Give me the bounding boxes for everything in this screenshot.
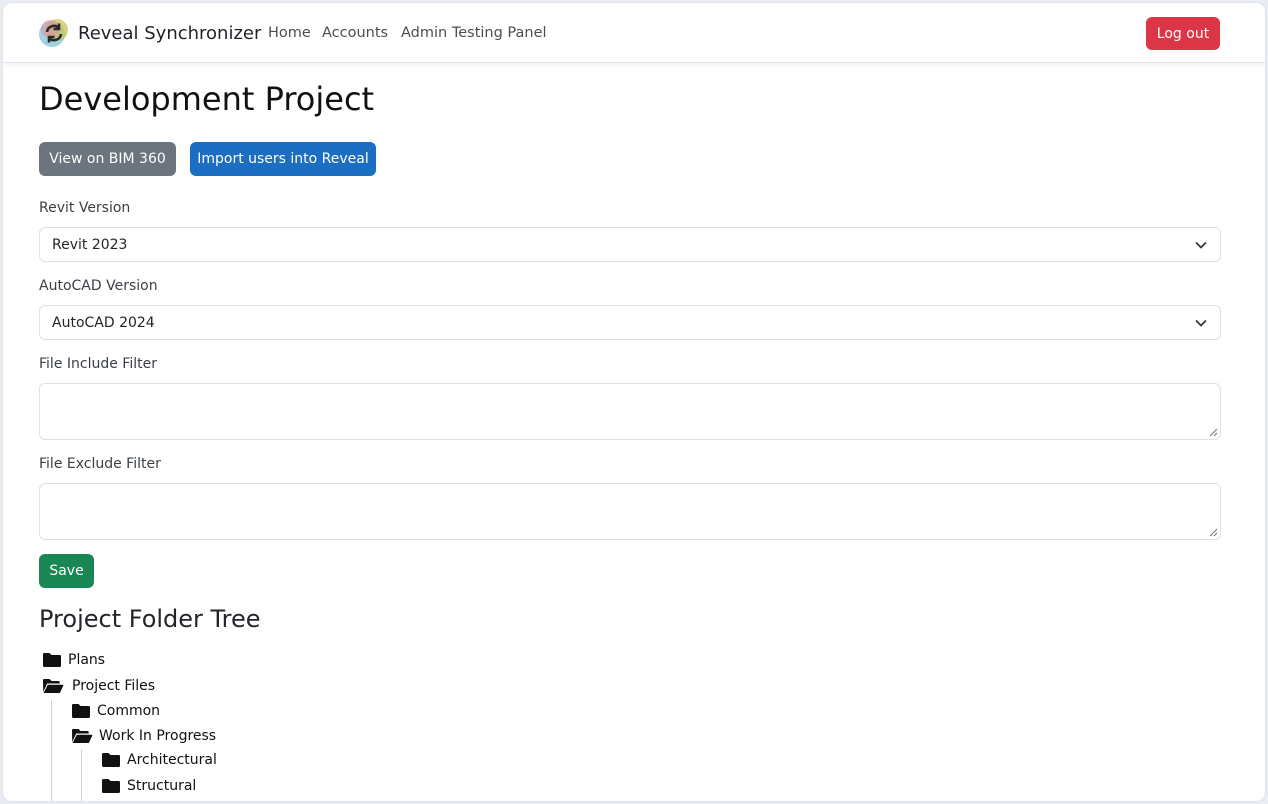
file-exclude-filter-input[interactable] xyxy=(39,483,1221,540)
tree-item-project-files[interactable]: Project Files xyxy=(42,675,155,697)
autocad-version-label: AutoCAD Version xyxy=(39,278,158,294)
folder-closed-icon xyxy=(42,652,62,668)
tree-item-label: Architectural xyxy=(127,752,217,768)
save-button[interactable]: Save xyxy=(39,554,94,588)
sync-logo-icon xyxy=(39,19,68,47)
revit-version-select[interactable]: Revit 2023 xyxy=(39,227,1221,262)
file-exclude-filter-label: File Exclude Filter xyxy=(39,456,161,472)
chevron-down-icon xyxy=(1195,241,1207,249)
tree-item-label: Plans xyxy=(68,652,106,668)
folder-closed-icon xyxy=(71,703,91,719)
brand[interactable]: Reveal Synchronizer xyxy=(38,17,261,49)
import-users-button[interactable]: Import users into Reveal xyxy=(190,142,376,176)
file-include-filter-label: File Include Filter xyxy=(39,356,157,372)
tree-item-common[interactable]: Common xyxy=(71,700,160,722)
folder-closed-icon xyxy=(101,778,121,794)
tree-item-plans[interactable]: Plans xyxy=(42,649,105,671)
logout-button[interactable]: Log out xyxy=(1146,17,1220,50)
app-window: Reveal Synchronizer Home Accounts Admin … xyxy=(2,2,1266,802)
tree-item-work-in-progress[interactable]: Work In Progress xyxy=(71,725,216,747)
revit-version-label: Revit Version xyxy=(39,200,131,216)
nav-link-admin-testing-panel[interactable]: Admin Testing Panel xyxy=(401,25,547,41)
folder-open-icon xyxy=(71,728,93,744)
nav-link-accounts[interactable]: Accounts xyxy=(322,25,388,41)
chevron-down-icon xyxy=(1195,319,1207,327)
tree-item-label: Work In Progress xyxy=(99,728,217,744)
tree-guide-line xyxy=(51,700,52,801)
tree-item-label: Common xyxy=(97,703,161,719)
tree-item-label: Structural xyxy=(127,778,197,794)
tree-item-architectural[interactable]: Architectural xyxy=(101,749,217,771)
resize-grip-icon[interactable] xyxy=(1209,528,1218,537)
view-on-bim360-button[interactable]: View on BIM 360 xyxy=(39,142,176,176)
page-title: Development Project xyxy=(39,80,375,118)
autocad-version-value: AutoCAD 2024 xyxy=(52,314,155,331)
tree-guide-line xyxy=(81,749,82,801)
revit-version-value: Revit 2023 xyxy=(52,236,128,253)
tree-item-structural[interactable]: Structural xyxy=(101,775,196,797)
brand-name: Reveal Synchronizer xyxy=(78,22,262,44)
file-include-filter-input[interactable] xyxy=(39,383,1221,440)
resize-grip-icon[interactable] xyxy=(1209,428,1218,437)
folder-open-icon xyxy=(42,678,64,694)
tree-item-label: Project Files xyxy=(72,678,156,694)
project-folder-tree-title: Project Folder Tree xyxy=(39,605,261,633)
nav-link-home[interactable]: Home xyxy=(268,25,311,41)
top-navbar: Reveal Synchronizer Home Accounts Admin … xyxy=(3,3,1265,63)
autocad-version-select[interactable]: AutoCAD 2024 xyxy=(39,305,1221,340)
folder-closed-icon xyxy=(101,752,121,768)
